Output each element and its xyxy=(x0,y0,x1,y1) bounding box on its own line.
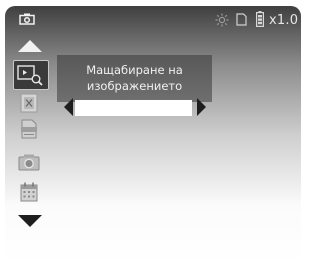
sd-card-icon xyxy=(236,13,247,26)
calendar-icon xyxy=(20,182,38,202)
scroll-up-arrow-icon[interactable] xyxy=(18,40,42,52)
device-screen: x1.0 Мащабиране на изображението xyxy=(5,6,301,264)
camera-icon xyxy=(19,13,35,25)
setting-title: Мащабиране на изображението xyxy=(86,63,183,93)
photo-camera-icon xyxy=(18,154,40,171)
value-increase-arrow-icon[interactable] xyxy=(197,98,206,116)
menu-item-camera-settings[interactable] xyxy=(16,152,42,174)
menu-item-date-time[interactable] xyxy=(16,181,42,203)
menu-item-document[interactable] xyxy=(16,118,42,140)
menu-item-image-zoom[interactable] xyxy=(13,60,49,90)
document-icon xyxy=(21,119,37,139)
scroll-down-arrow-icon[interactable] xyxy=(18,215,42,227)
status-bar: x1.0 xyxy=(5,6,301,34)
brightness-icon xyxy=(215,13,229,27)
image-zoom-icon xyxy=(17,65,43,86)
setting-value-field[interactable] xyxy=(75,100,192,116)
battery-icon xyxy=(256,11,264,27)
delete-x-icon xyxy=(20,93,38,113)
setting-panel: Мащабиране на изображението xyxy=(57,55,212,102)
zoom-level: x1.0 xyxy=(269,13,299,28)
menu-item-delete[interactable] xyxy=(16,92,42,114)
value-decrease-arrow-icon[interactable] xyxy=(64,98,73,116)
